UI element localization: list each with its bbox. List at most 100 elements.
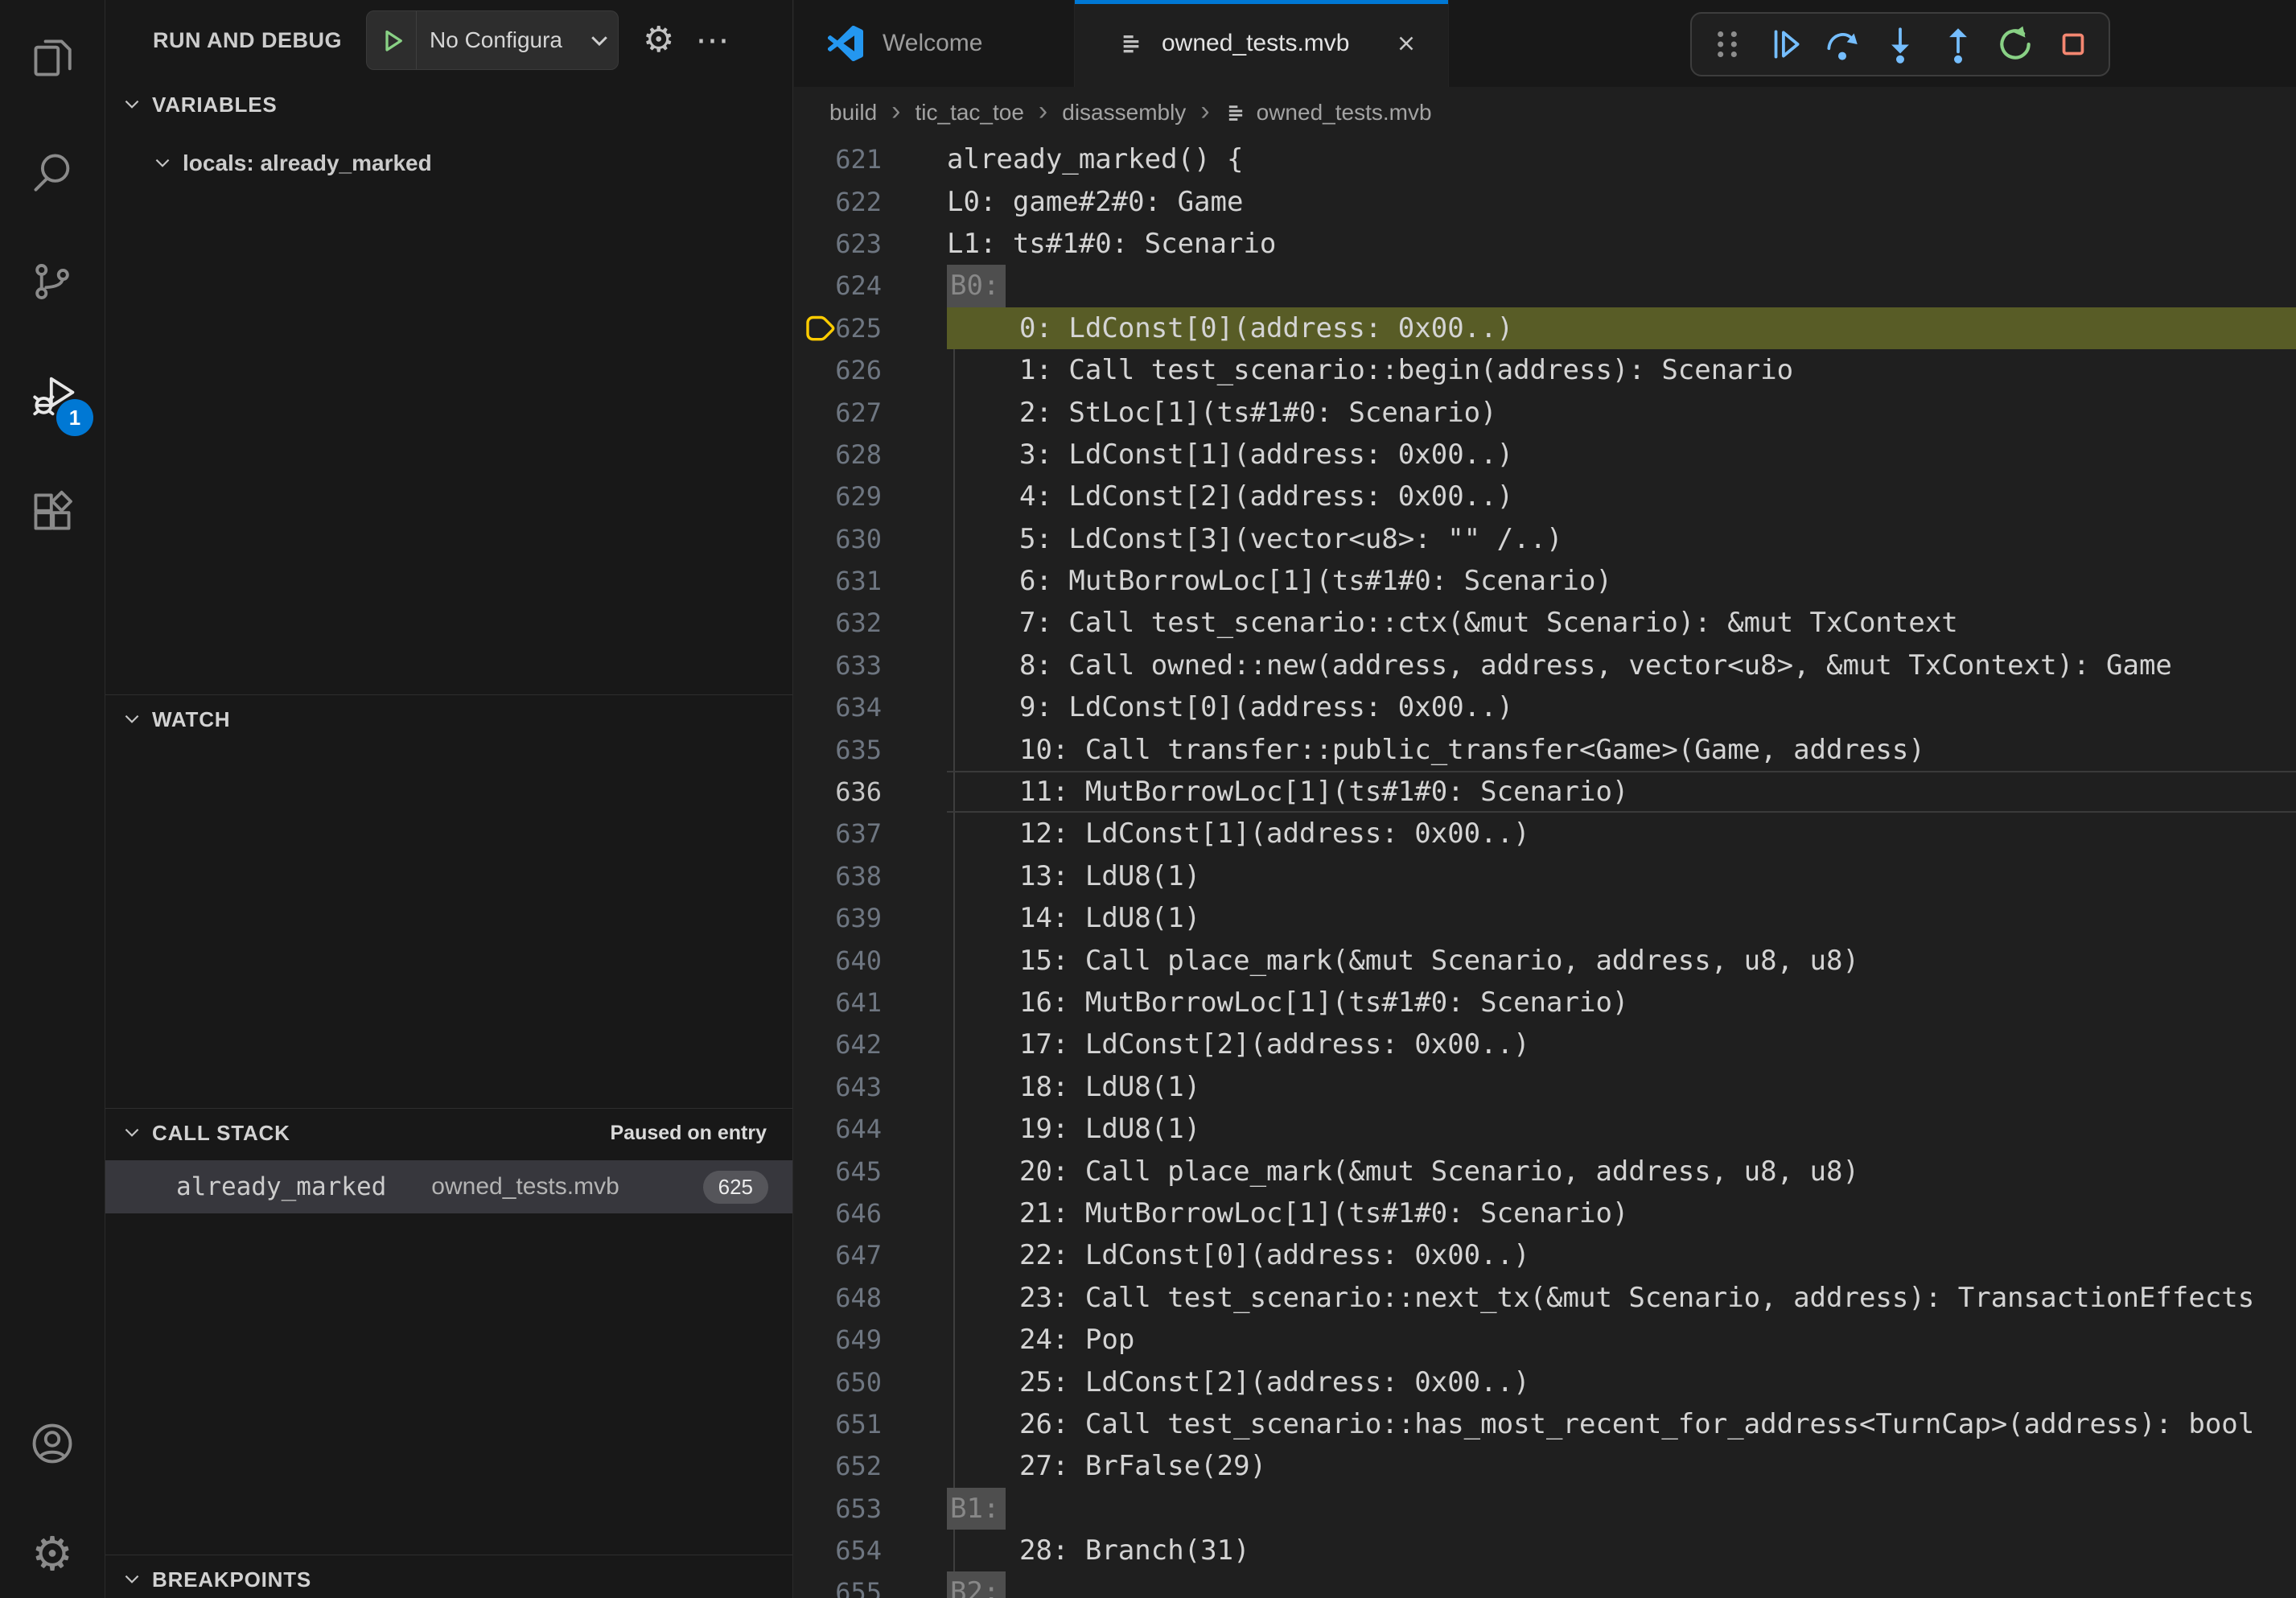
source-control-icon[interactable] [0,237,105,327]
line-number-gutter[interactable]: 642 [794,1023,947,1065]
line-number-gutter[interactable]: 634 [794,686,947,728]
line-number-gutter[interactable]: 639 [794,897,947,939]
account-icon[interactable] [0,1398,105,1489]
code-line-content[interactable]: B1: [947,1488,2296,1530]
code-line-content[interactable]: 26: Call test_scenario::has_most_recent_… [947,1403,2296,1445]
code-line-content[interactable]: 1: Call test_scenario::begin(address): S… [947,349,2296,391]
code-line-content[interactable]: 8: Call owned::new(address, address, vec… [947,645,2296,686]
code-line-content[interactable]: 5: LdConst[3](vector<u8>: "" /..) [947,518,2296,560]
code-line-content[interactable]: 24: Pop [947,1319,2296,1361]
restart-button[interactable] [1990,19,2040,69]
code-line-content[interactable]: 25: LdConst[2](address: 0x00..) [947,1361,2296,1402]
code-line-content[interactable]: 21: MutBorrowLoc[1](ts#1#0: Scenario) [947,1192,2296,1234]
code-line-content[interactable]: 10: Call transfer::public_transfer<Game>… [947,728,2296,770]
stack-frame-row[interactable]: already_marked owned_tests.mvb 625 [105,1160,792,1213]
code-line-content[interactable]: 16: MutBorrowLoc[1](ts#1#0: Scenario) [947,982,2296,1023]
code-line-content[interactable]: 18: LdU8(1) [947,1066,2296,1108]
line-number-gutter[interactable]: 652 [794,1445,947,1487]
breadcrumb-item-build[interactable]: build [829,100,877,126]
start-debugging-icon[interactable] [367,11,417,69]
breadcrumb-file[interactable]: owned_tests.mvb [1224,100,1432,126]
line-number-gutter[interactable]: 630 [794,518,947,560]
watch-section-header[interactable]: WATCH [105,695,792,743]
code-line-content[interactable]: 13: LdU8(1) [947,855,2296,897]
line-number-gutter[interactable]: 635 [794,728,947,770]
code-line-content[interactable]: 27: BrFalse(29) [947,1445,2296,1487]
close-icon[interactable] [1394,31,1418,56]
code-line-content[interactable]: 7: Call test_scenario::ctx(&mut Scenario… [947,602,2296,644]
stop-button[interactable] [2048,19,2098,69]
line-number-gutter[interactable]: 632 [794,602,947,644]
breadcrumb-item-tic-tac-toe[interactable]: tic_tac_toe [916,100,1024,126]
toolbar-drag-handle[interactable] [1702,19,1752,69]
code-line-content[interactable]: 19: LdU8(1) [947,1108,2296,1150]
line-number-gutter[interactable]: 648 [794,1277,947,1319]
step-out-button[interactable] [1933,19,1983,69]
line-number-gutter[interactable]: 629 [794,476,947,517]
code-line-content[interactable]: 9: LdConst[0](address: 0x00..) [947,686,2296,728]
code-line-content[interactable]: 23: Call test_scenario::next_tx(&mut Sce… [947,1277,2296,1319]
line-number-gutter[interactable]: 647 [794,1234,947,1276]
extensions-icon[interactable] [0,467,105,557]
line-number-gutter[interactable]: 645 [794,1150,947,1192]
line-number-gutter[interactable]: 646 [794,1192,947,1234]
code-line-content[interactable]: 28: Branch(31) [947,1530,2296,1571]
line-number-gutter[interactable]: 653 [794,1488,947,1530]
line-number-gutter[interactable]: 625 [794,307,947,349]
line-number-gutter[interactable]: 644 [794,1108,947,1150]
more-actions-icon[interactable]: ⋯ [695,23,730,57]
code-line-content[interactable]: B2: [947,1571,2296,1598]
line-number-gutter[interactable]: 655 [794,1571,947,1598]
code-line-content[interactable]: 14: LdU8(1) [947,897,2296,939]
code-line-content[interactable]: 20: Call place_mark(&mut Scenario, addre… [947,1150,2296,1192]
code-line-content[interactable]: 0: LdConst[0](address: 0x00..) [947,307,2296,349]
line-number-gutter[interactable]: 636 [794,771,947,813]
run-and-debug-icon[interactable]: 1 [0,351,105,441]
line-number-gutter[interactable]: 631 [794,560,947,602]
line-number-gutter[interactable]: 627 [794,391,947,433]
line-number-gutter[interactable]: 651 [794,1403,947,1445]
search-icon[interactable] [0,127,105,217]
breadcrumb-item-disassembly[interactable]: disassembly [1062,100,1186,126]
continue-button[interactable] [1760,19,1810,69]
code-line-content[interactable]: L1: ts#1#0: Scenario [947,223,2296,265]
locals-scope-row[interactable]: locals: already_marked [105,140,792,187]
line-number-gutter[interactable]: 637 [794,813,947,855]
line-number-gutter[interactable]: 626 [794,349,947,391]
step-into-button[interactable] [1875,19,1925,69]
line-number-gutter[interactable]: 649 [794,1319,947,1361]
call-stack-section-header[interactable]: CALL STACK Paused on entry [105,1109,792,1157]
code-line-content[interactable]: 2: StLoc[1](ts#1#0: Scenario) [947,391,2296,433]
code-line-content[interactable]: 6: MutBorrowLoc[1](ts#1#0: Scenario) [947,560,2296,602]
line-number-gutter[interactable]: 622 [794,180,947,222]
code-line-content[interactable]: 4: LdConst[2](address: 0x00..) [947,476,2296,517]
tab-owned-tests[interactable]: owned_tests.mvb [1075,0,1449,87]
line-number-gutter[interactable]: 654 [794,1530,947,1571]
line-number-gutter[interactable]: 633 [794,645,947,686]
settings-gear-icon[interactable]: ⚙ [0,1509,105,1598]
code-line-content[interactable]: already_marked() { [947,138,2296,180]
debug-configuration-dropdown[interactable]: No Configura [366,10,619,70]
line-number-gutter[interactable]: 623 [794,223,947,265]
line-number-gutter[interactable]: 650 [794,1361,947,1402]
line-number-gutter[interactable]: 643 [794,1066,947,1108]
code-line-content[interactable]: 11: MutBorrowLoc[1](ts#1#0: Scenario) [947,771,2296,813]
code-line-content[interactable]: 3: LdConst[1](address: 0x00..) [947,434,2296,476]
code-line-content[interactable]: 12: LdConst[1](address: 0x00..) [947,813,2296,855]
line-number-gutter[interactable]: 621 [794,138,947,180]
line-number-gutter[interactable]: 638 [794,855,947,897]
code-line-content[interactable]: 15: Call place_mark(&mut Scenario, addre… [947,939,2296,981]
variables-section-header[interactable]: VARIABLES [105,80,792,129]
tab-welcome[interactable]: Welcome [794,0,1075,87]
debug-settings-gear-icon[interactable]: ⚙ [643,23,674,58]
code-line-content[interactable]: B0: [947,265,2296,307]
line-number-gutter[interactable]: 628 [794,434,947,476]
line-number-gutter[interactable]: 641 [794,982,947,1023]
code-line-content[interactable]: 22: LdConst[0](address: 0x00..) [947,1234,2296,1276]
step-over-button[interactable] [1817,19,1867,69]
explorer-icon[interactable] [0,13,105,103]
line-number-gutter[interactable]: 640 [794,939,947,981]
breakpoints-section-header[interactable]: BREAKPOINTS [105,1555,792,1598]
line-number-gutter[interactable]: 624 [794,265,947,307]
code-line-content[interactable]: 17: LdConst[2](address: 0x00..) [947,1023,2296,1065]
